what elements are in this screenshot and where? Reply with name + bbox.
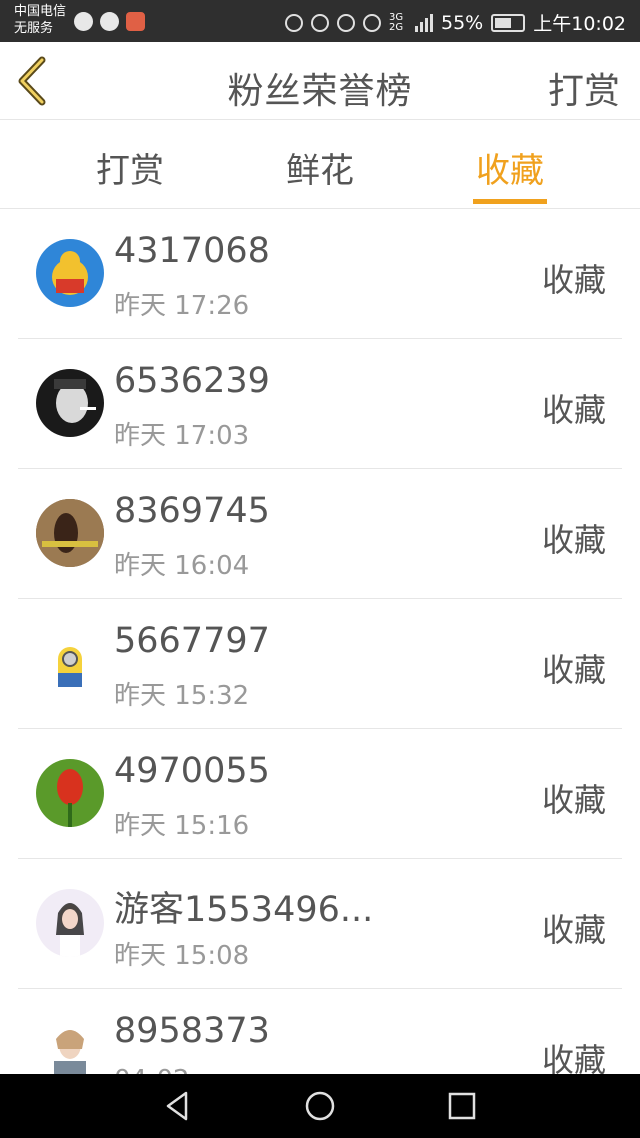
app-notification-icon	[126, 12, 145, 31]
action-label: 收藏	[541, 911, 606, 949]
list-item[interactable]: 8958373 04-02 收藏	[18, 989, 622, 1074]
timestamp: 04-02	[114, 1065, 190, 1074]
timestamp: 昨天 15:16	[114, 811, 250, 841]
clock: 上午10:02	[533, 13, 626, 35]
user-name: 5667797	[114, 621, 270, 661]
user-name: 8958373	[114, 1011, 270, 1051]
user-name: 6536239	[114, 361, 270, 401]
alarm-icon	[337, 13, 355, 32]
carrier-text: 中国电信 无服务	[14, 3, 66, 37]
avatar	[36, 499, 104, 567]
headphones-icon	[285, 13, 303, 32]
status-icons: 3G 2G 55% 上午10:02	[285, 9, 626, 36]
user-name: 4970055	[114, 751, 270, 791]
list-item[interactable]: 游客1553496... 昨天 15:08 收藏	[18, 859, 622, 989]
carrier-service: 无服务	[14, 21, 54, 36]
top-navbar: 粉丝荣誉榜 打赏	[0, 42, 640, 120]
wifi-icon	[363, 13, 381, 32]
system-nav-bar	[0, 1074, 640, 1138]
list-item[interactable]: 4317068 昨天 17:26 收藏	[18, 209, 622, 339]
timestamp: 昨天 17:26	[114, 291, 250, 321]
notification-icons	[74, 12, 145, 31]
action-label: 收藏	[541, 521, 606, 559]
user-name: 8369745	[114, 491, 270, 531]
avatar	[36, 369, 104, 437]
user-name: 4317068	[114, 231, 270, 271]
system-back-button[interactable]	[160, 1088, 196, 1124]
vibrate-icon	[311, 13, 329, 32]
battery-percent: 55%	[441, 11, 484, 34]
action-label: 收藏	[541, 781, 606, 819]
chat-bubble-icon	[100, 12, 119, 31]
triangle-back-icon	[166, 1091, 188, 1121]
list-item[interactable]: 5667797 昨天 15:32 收藏	[18, 599, 622, 729]
user-name: 游客1553496...	[114, 890, 374, 930]
timestamp: 昨天 15:32	[114, 681, 250, 711]
avatar	[36, 759, 104, 827]
active-tab-indicator	[473, 199, 547, 204]
action-label: 收藏	[541, 1041, 606, 1074]
timestamp: 昨天 15:08	[114, 941, 250, 971]
page-title: 粉丝荣誉榜	[227, 71, 413, 112]
list-item[interactable]: 6536239 昨天 17:03 收藏	[18, 339, 622, 469]
tab-favorites[interactable]: 收藏	[450, 143, 570, 192]
tab-flowers[interactable]: 鲜花	[260, 143, 380, 192]
square-recents-icon	[448, 1092, 476, 1120]
avatar	[36, 889, 104, 957]
reward-button[interactable]: 打赏	[548, 62, 620, 114]
status-bar: 中国电信 无服务 3G 2G 55% 上午10:02	[0, 0, 640, 42]
signal-icon	[415, 13, 433, 32]
system-home-button[interactable]	[302, 1088, 338, 1124]
action-label: 收藏	[541, 261, 606, 299]
timestamp: 昨天 16:04	[114, 551, 250, 581]
avatar	[36, 1019, 104, 1074]
list-item[interactable]: 8369745 昨天 16:04 收藏	[18, 469, 622, 599]
tab-bar: 打赏 鲜花 收藏	[0, 121, 640, 209]
carrier-name: 中国电信	[14, 4, 67, 19]
timestamp: 昨天 17:03	[114, 421, 250, 451]
avatar	[36, 629, 104, 697]
list-item[interactable]: 4970055 昨天 15:16 收藏	[18, 729, 622, 859]
system-recents-button[interactable]	[444, 1088, 480, 1124]
globe-icon	[74, 12, 93, 31]
battery-icon	[491, 13, 526, 32]
circle-home-icon	[305, 1091, 335, 1121]
action-label: 收藏	[541, 651, 606, 689]
fan-list: 4317068 昨天 17:26 收藏 6536239 昨天 17:03 收藏 …	[0, 209, 640, 1074]
action-label: 收藏	[541, 391, 606, 429]
network-type-text: 3G 2G	[389, 11, 404, 33]
avatar	[36, 239, 104, 307]
tab-reward[interactable]: 打赏	[70, 143, 190, 192]
